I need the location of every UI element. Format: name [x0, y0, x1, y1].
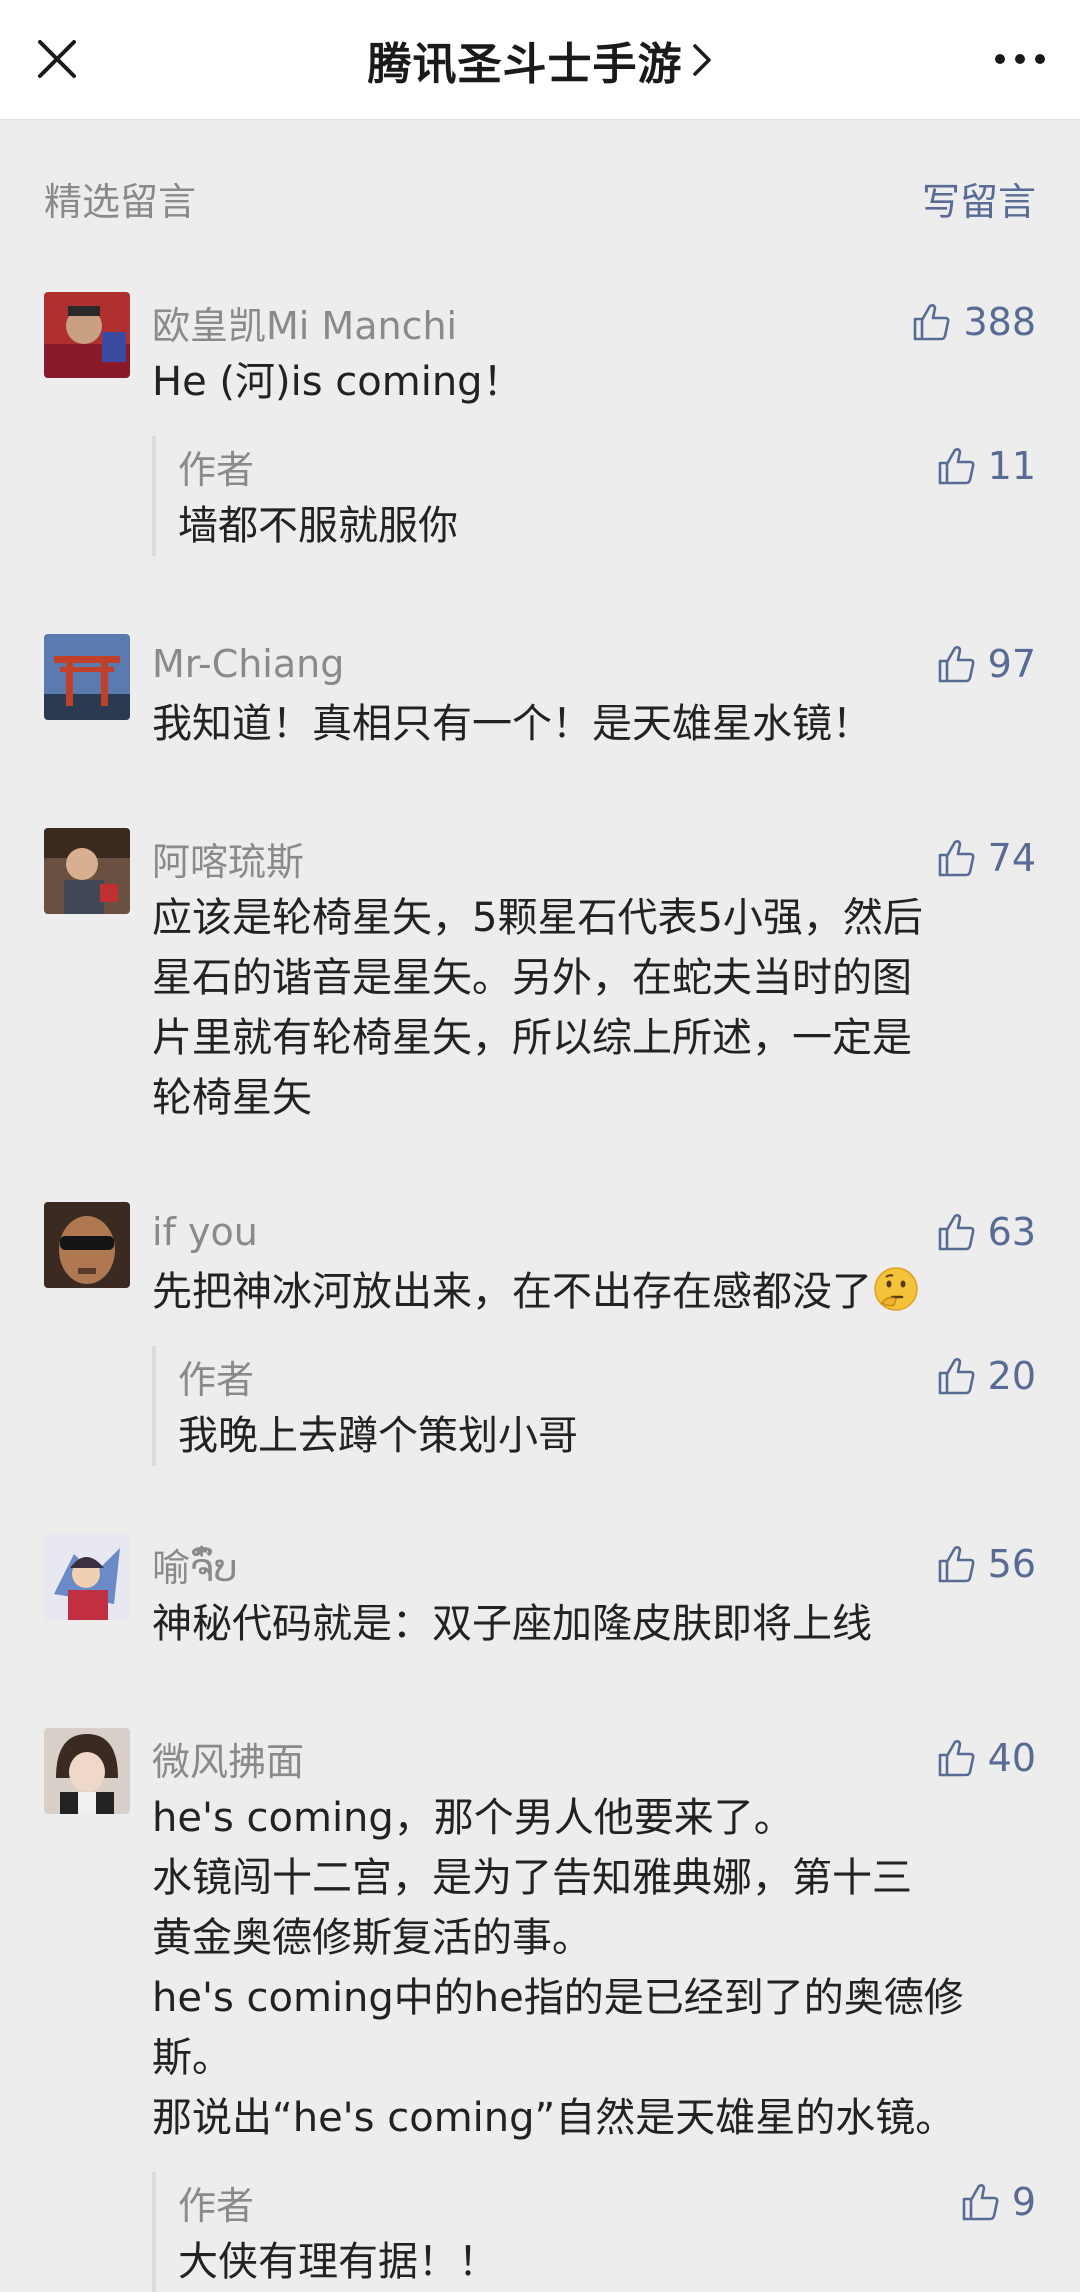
- comment-nickname: 阿喀琉斯: [152, 839, 305, 884]
- thinking-face-emoji: [874, 1267, 918, 1311]
- author-reply: 作者 9 大侠有理有据！！: [152, 2172, 1036, 2292]
- thumbs-up-icon: [938, 448, 975, 485]
- comment-text: He (河)is coming！: [152, 359, 523, 405]
- like-count: 56: [987, 1542, 1036, 1586]
- like-button[interactable]: 40: [936, 1736, 1036, 1780]
- comment-body: 微风拂面 40 he's coming，那个男人他要来了。 水镜闯十二宫，是为了…: [152, 1728, 1036, 2292]
- more-button[interactable]: [980, 22, 1060, 96]
- section-header: 精选留言 写留言: [44, 170, 1036, 226]
- section-title: 精选留言: [44, 179, 197, 224]
- thumbs-up-icon: [938, 1740, 975, 1777]
- close-button[interactable]: [20, 22, 94, 96]
- comment-nickname: 微风拂面: [152, 1739, 305, 1784]
- reply-text: 我晚上去蹲个策划小哥: [178, 1413, 578, 1459]
- comment-text: 神秘代码就是：双子座加隆皮肤即将上线: [152, 1601, 872, 1647]
- more-dots-icon: [995, 54, 1045, 64]
- account-title-link[interactable]: 腾讯圣斗士手游: [368, 28, 713, 92]
- top-bar: 腾讯圣斗士手游: [0, 0, 1080, 120]
- avatar[interactable]: [44, 1534, 130, 1620]
- like-button[interactable]: 11: [936, 444, 1036, 488]
- comment-nickname: 喻ຈົ໋ບ: [152, 1545, 238, 1590]
- thumbs-up-icon: [938, 1546, 975, 1583]
- comment-nickname: Mr-Chiang: [152, 642, 345, 686]
- chevron-right-icon: [692, 43, 711, 76]
- reply-text: 大侠有理有据！！: [178, 2239, 498, 2285]
- reply-author-label: 作者: [178, 2183, 255, 2228]
- like-count: 20: [987, 1354, 1036, 1398]
- avatar[interactable]: [44, 1728, 130, 1814]
- comment-text: 先把神冰河放出来，在不出存在感都没了: [152, 1262, 1036, 1322]
- reply-author-label: 作者: [178, 1357, 255, 1402]
- like-count: 97: [987, 642, 1036, 686]
- like-button[interactable]: 63: [936, 1210, 1036, 1254]
- thumbs-up-icon: [938, 1358, 975, 1395]
- like-count: 388: [963, 300, 1036, 344]
- comment-text: 我知道！真相只有一个！是天雄星水镜！: [152, 701, 872, 747]
- like-button[interactable]: 388: [911, 300, 1036, 344]
- thumbs-up-icon: [938, 840, 975, 877]
- avatar[interactable]: [44, 1202, 130, 1288]
- like-button[interactable]: 74: [936, 836, 1036, 880]
- thumbs-up-icon: [962, 2184, 999, 2221]
- like-count: 74: [987, 836, 1036, 880]
- page-title: 腾讯圣斗士手游: [367, 38, 683, 90]
- thumbs-up-icon: [938, 646, 975, 683]
- write-comment-link[interactable]: 写留言: [922, 171, 1036, 226]
- comment-body: 阿喀琉斯 74 应该是轮椅星矢，5颗星石代表5小强，然后 星石的谐音是星矢。另外…: [152, 828, 1036, 1128]
- like-button[interactable]: 9: [960, 2180, 1036, 2224]
- like-count: 63: [987, 1210, 1036, 1254]
- comment-nickname: if you: [152, 1210, 258, 1254]
- comment-text-content: 先把神冰河放出来，在不出存在感都没了: [152, 1269, 872, 1315]
- close-icon: [38, 40, 76, 78]
- avatar[interactable]: [44, 828, 130, 914]
- like-button[interactable]: 56: [936, 1542, 1036, 1586]
- like-count: 9: [1011, 2180, 1036, 2224]
- comment-nickname: 欧皇凯Mi Manchi: [152, 303, 458, 348]
- thumbs-up-icon: [914, 304, 950, 341]
- comment-body: Mr-Chiang 97 我知道！真相只有一个！是天雄星水镜！: [152, 634, 1036, 754]
- like-button[interactable]: 97: [936, 642, 1036, 686]
- comment-body: 欧皇凯Mi Manchi 388 He (河)is coming！ 作者 11 …: [152, 292, 1036, 556]
- author-reply: 作者 20 我晚上去蹲个策划小哥: [152, 1346, 1036, 1466]
- author-reply: 作者 11 墙都不服就服你: [152, 436, 1036, 556]
- like-count: 11: [987, 444, 1036, 488]
- like-button[interactable]: 20: [936, 1354, 1036, 1398]
- comment-text: 应该是轮椅星矢，5颗星石代表5小强，然后 星石的谐音是星矢。另外，在蛇夫当时的图…: [152, 895, 923, 1121]
- avatar[interactable]: [44, 634, 130, 720]
- comment-text: he's coming，那个男人他要来了。 水镜闯十二宫，是为了告知雅典娜，第十…: [152, 1795, 964, 2141]
- reply-author-label: 作者: [178, 447, 255, 492]
- thumbs-up-icon: [938, 1214, 975, 1251]
- comment-body: 喻ຈົ໋ບ 56 神秘代码就是：双子座加隆皮肤即将上线: [152, 1534, 1036, 1654]
- avatar[interactable]: [44, 292, 130, 378]
- reply-text: 墙都不服就服你: [178, 503, 458, 549]
- like-count: 40: [987, 1736, 1036, 1780]
- comment-body: if you 63 先把神冰河放出来，在不出存在感都没了 作者 20 我晚上去蹲…: [152, 1202, 1036, 1466]
